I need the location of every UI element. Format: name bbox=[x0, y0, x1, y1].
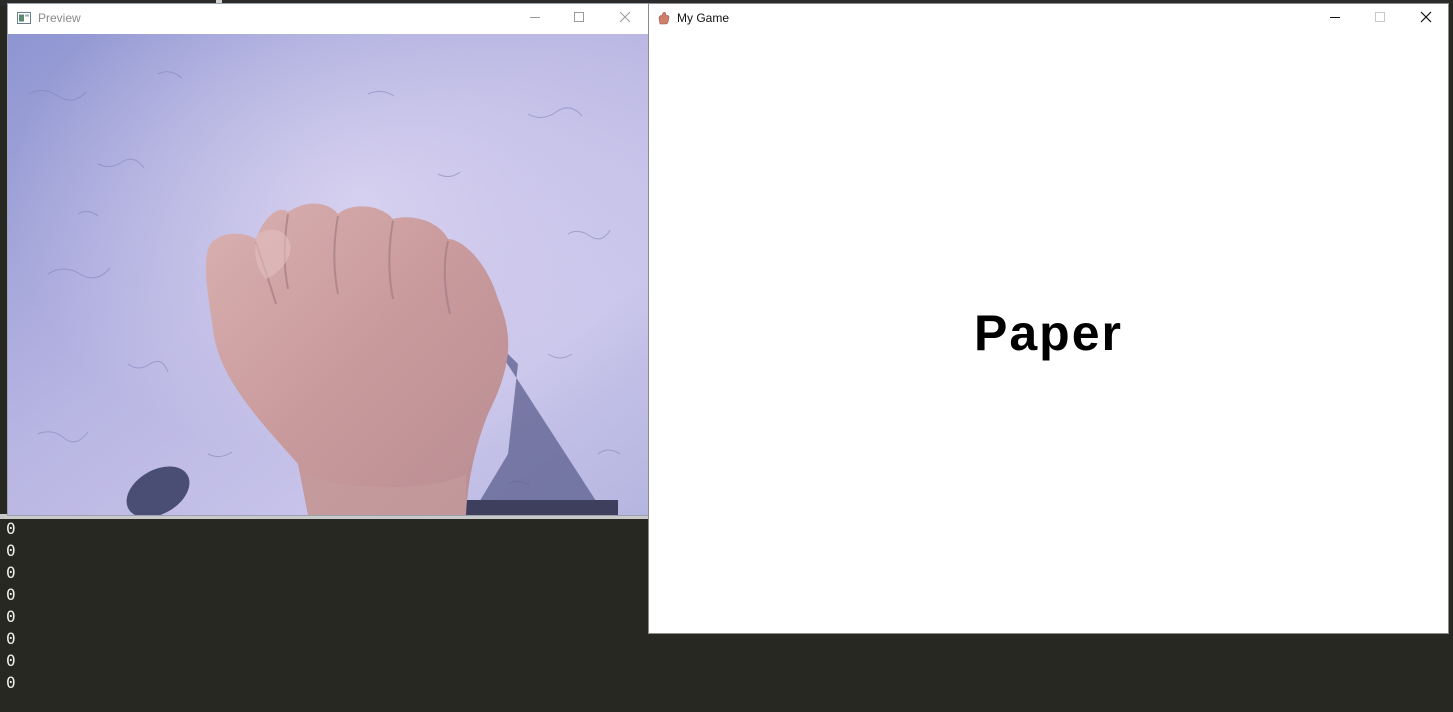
terminal-line: 0 bbox=[6, 541, 16, 560]
terminal-line: 0 bbox=[6, 607, 16, 626]
result-text: Paper bbox=[974, 305, 1123, 361]
close-icon bbox=[619, 10, 631, 28]
minimize-icon bbox=[1329, 10, 1341, 28]
preview-titlebar[interactable]: Preview bbox=[8, 4, 648, 33]
app-window-icon bbox=[17, 11, 31, 25]
terminal-line: 0 bbox=[6, 651, 16, 670]
terminal-line: 0 bbox=[6, 629, 16, 648]
minimize-icon bbox=[529, 10, 541, 28]
game-canvas[interactable]: Paper bbox=[649, 34, 1448, 633]
game-title: My Game bbox=[677, 11, 730, 25]
screen-right-edge bbox=[1449, 0, 1453, 712]
maximize-icon bbox=[1374, 10, 1386, 28]
preview-title: Preview bbox=[38, 11, 81, 25]
terminal-line: 0 bbox=[6, 563, 16, 582]
maximize-button[interactable] bbox=[1357, 4, 1403, 33]
terminal-line: 0 bbox=[6, 673, 16, 692]
maximize-icon bbox=[573, 10, 585, 28]
close-button[interactable] bbox=[602, 4, 648, 33]
camera-feed bbox=[8, 34, 648, 515]
preview-window[interactable]: Preview bbox=[7, 3, 649, 516]
maximize-button[interactable] bbox=[556, 4, 602, 33]
hand-icon bbox=[657, 11, 671, 25]
terminal-line: 0 bbox=[6, 519, 16, 538]
game-window[interactable]: My Game Paper bbox=[648, 3, 1449, 634]
minimize-button[interactable] bbox=[1312, 4, 1358, 33]
close-button[interactable] bbox=[1403, 4, 1449, 33]
terminal-line: 0 bbox=[6, 585, 16, 604]
terminal-output: 0 0 0 0 0 0 0 0 bbox=[6, 518, 16, 694]
close-icon bbox=[1420, 10, 1432, 28]
minimize-button[interactable] bbox=[512, 4, 558, 33]
game-titlebar[interactable]: My Game bbox=[649, 4, 1448, 33]
